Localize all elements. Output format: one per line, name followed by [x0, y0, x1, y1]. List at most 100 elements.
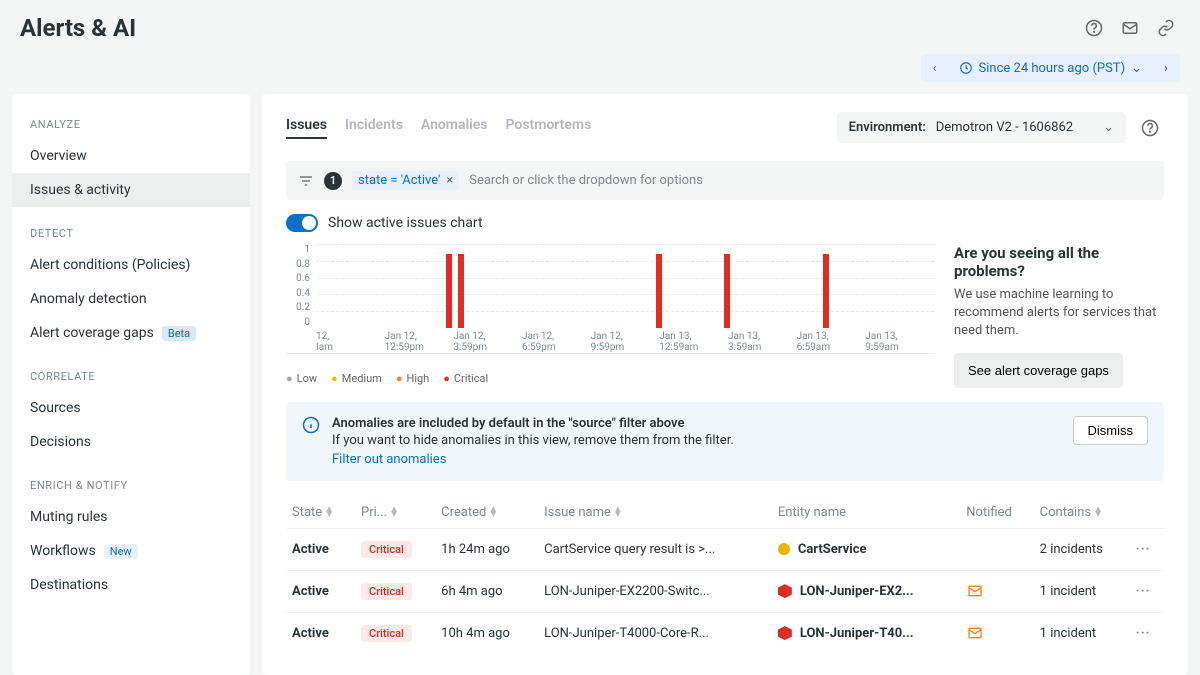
time-picker[interactable]: ‹ Since 24 hours ago (PST) ⌄ ›	[921, 54, 1180, 82]
sort-icon: ▲▼	[613, 507, 623, 517]
filter-placeholder[interactable]: Search or click the dropdown for options	[469, 173, 1152, 188]
content: Issues Incidents Anomalies Postmortems Envi…	[262, 94, 1188, 675]
notified-mail-icon	[966, 625, 1027, 641]
info-icon	[302, 416, 320, 434]
sort-icon: ▲▼	[1093, 507, 1103, 517]
promo-cta-button[interactable]: See alert coverage gaps	[954, 353, 1123, 388]
cell-notified	[960, 612, 1033, 654]
table-header[interactable]: Issue name▲▼	[538, 497, 772, 529]
sidebar-item-label: Workflows	[30, 543, 96, 559]
page-title: Alerts & AI	[20, 14, 136, 42]
chart-bar[interactable]	[656, 254, 662, 328]
chart-legend: Low Medium High Critical	[286, 372, 934, 385]
tab[interactable]: Issues	[286, 117, 327, 139]
filter-chip[interactable]: state = 'Active' ×	[352, 171, 459, 190]
sidebar-item-label: Alert conditions (Policies)	[30, 257, 190, 273]
time-label[interactable]: Since 24 hours ago (PST) ⌄	[949, 61, 1152, 76]
chart-xtick: Jan 12,6:59pm	[522, 331, 591, 353]
chart-ytick: 1	[286, 244, 310, 255]
table-row[interactable]: ActiveCritical1h 24m agoCartService quer…	[286, 528, 1164, 570]
cell-state: Active	[292, 626, 329, 641]
sidebar-item-label: Destinations	[30, 577, 108, 593]
entity-hex-icon	[778, 584, 792, 598]
tab[interactable]: Incidents	[345, 117, 403, 139]
table-header[interactable]: Pri...▲▼	[355, 497, 435, 529]
table-header[interactable]: Contains▲▼	[1034, 497, 1130, 529]
chart-ytick: 0	[286, 317, 310, 328]
chart-bar[interactable]	[724, 254, 730, 328]
chart-ytick: 0.6	[286, 273, 310, 284]
tabs: Issues Incidents Anomalies Postmortems	[286, 117, 591, 139]
chart-xtick: Jan 13,12:59am	[659, 331, 728, 353]
chart-bar[interactable]	[446, 254, 452, 328]
banner-link[interactable]: Filter out anomalies	[332, 452, 446, 467]
sidebar-item[interactable]: Alert conditions (Policies)	[12, 248, 250, 282]
info-banner: Anomalies are included by default in the…	[286, 402, 1164, 481]
row-menu-icon[interactable]: ···	[1136, 584, 1151, 599]
time-next-icon[interactable]: ›	[1152, 54, 1180, 82]
cell-contains: 1 incident	[1034, 570, 1130, 612]
cell-entity: LON-Juniper-EX2...	[778, 584, 954, 599]
filter-icon	[298, 173, 314, 189]
chart-xtick: Jan 13,6:59am	[797, 331, 866, 353]
issues-table: State▲▼Pri...▲▼Created▲▼Issue name▲▼Enti…	[286, 497, 1164, 654]
sidebar-item[interactable]: WorkflowsNew	[12, 534, 250, 568]
link-icon[interactable]	[1152, 14, 1180, 42]
chart-xtick: Jan 13,3:59am	[728, 331, 797, 353]
table-header[interactable]: Entity name	[772, 497, 960, 529]
cell-state: Active	[292, 584, 329, 599]
issues-chart: 10.80.60.40.20 12,IamJan 12,12:59pmJan 1…	[286, 244, 934, 354]
time-prev-icon[interactable]: ‹	[921, 54, 949, 82]
topbar: Alerts & AI	[0, 0, 1200, 50]
tab[interactable]: Anomalies	[421, 117, 488, 139]
chart-bar[interactable]	[458, 254, 464, 328]
chevron-down-icon: ⌄	[1131, 61, 1142, 76]
table-header[interactable]: Notified	[960, 497, 1033, 529]
sidebar-item-label: Muting rules	[30, 509, 108, 525]
sidebar-item[interactable]: Overview	[12, 139, 250, 173]
cell-notified	[960, 570, 1033, 612]
table-row[interactable]: ActiveCritical10h 4m agoLON-Juniper-T400…	[286, 612, 1164, 654]
banner-dismiss-button[interactable]: Dismiss	[1073, 416, 1149, 445]
sidebar-item-label: Issues & activity	[30, 182, 131, 198]
tab[interactable]: Postmortems	[506, 117, 592, 139]
environment-row: Environment: Demotron V2 - 1606862 ⌄	[837, 112, 1164, 143]
chart-ytick: 0.2	[286, 302, 310, 313]
sidebar-item[interactable]: Decisions	[12, 425, 250, 459]
sidebar-item[interactable]: Destinations	[12, 568, 250, 602]
priority-pill: Critical	[361, 541, 412, 558]
chart-ytick: 0.8	[286, 259, 310, 270]
row-menu-icon[interactable]: ···	[1136, 542, 1151, 557]
table-row[interactable]: ActiveCritical6h 4m agoLON-Juniper-EX220…	[286, 570, 1164, 612]
env-help-icon[interactable]	[1136, 114, 1164, 142]
filter-chip-remove-icon[interactable]: ×	[446, 173, 453, 188]
topbar-icons	[1080, 14, 1180, 42]
mail-icon[interactable]	[1116, 14, 1144, 42]
chart-bar[interactable]	[823, 254, 829, 328]
table-header[interactable]: State▲▼	[286, 497, 355, 529]
help-icon[interactable]	[1080, 14, 1108, 42]
cell-contains: 2 incidents	[1034, 528, 1130, 570]
row-menu-icon[interactable]: ···	[1136, 626, 1151, 641]
sidebar-item[interactable]: Anomaly detection	[12, 282, 250, 316]
sidebar-item[interactable]: Alert coverage gaps Beta	[12, 316, 250, 350]
sort-icon: ▲▼	[389, 507, 399, 517]
sidebar-badge: Beta	[162, 326, 196, 341]
environment-select[interactable]: Environment: Demotron V2 - 1606862 ⌄	[837, 112, 1126, 143]
sidebar: ANALYZEOverviewIssues & activityDETECTAl…	[12, 94, 250, 675]
sidebar-item[interactable]: Issues & activity	[12, 173, 250, 207]
sidebar-item[interactable]: Sources	[12, 391, 250, 425]
banner-body: If you want to hide anomalies in this vi…	[332, 433, 734, 448]
clock-icon	[959, 61, 973, 75]
table-header[interactable]: Created▲▼	[435, 497, 538, 529]
chart-toggle[interactable]	[286, 214, 318, 232]
filter-bar[interactable]: 1 state = 'Active' × Search or click the…	[286, 161, 1164, 200]
sidebar-item-label: Alert coverage gaps	[30, 325, 154, 341]
sidebar-section-label: ENRICH & NOTIFY	[12, 471, 250, 500]
banner-title: Anomalies are included by default in the…	[332, 416, 1061, 431]
chart-xtick: Jan 12,3:59pm	[453, 331, 522, 353]
entity-hex-icon	[778, 626, 792, 640]
sidebar-item[interactable]: Muting rules	[12, 500, 250, 534]
sort-icon: ▲▼	[488, 507, 498, 517]
cell-entity: LON-Juniper-T40...	[778, 626, 954, 641]
